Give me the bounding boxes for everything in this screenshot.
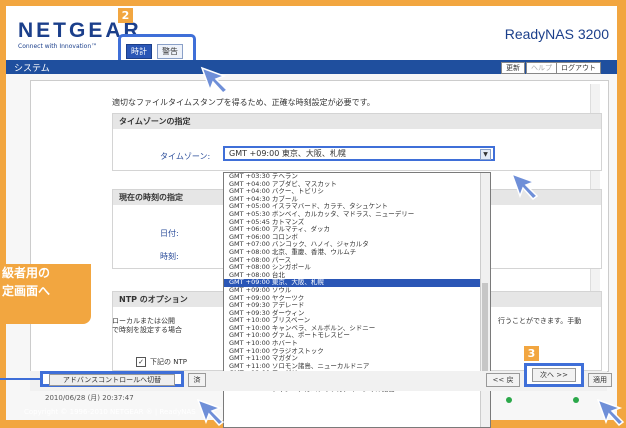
ntp-description-tail: 行うことができます。手動 xyxy=(498,317,582,325)
refresh-button[interactable]: 更新 xyxy=(501,62,525,74)
timezone-selected-value: GMT +09:00 東京、大阪、札幌 xyxy=(229,149,346,158)
status-indicator-icon-2 xyxy=(573,397,579,403)
date-label: 日付: xyxy=(160,229,179,238)
timezone-select[interactable]: GMT +09:00 東京、大阪、札幌 ▼ xyxy=(223,146,495,161)
apply-button[interactable]: 適用 xyxy=(588,373,612,387)
tab-clock[interactable]: 時計 xyxy=(126,44,152,59)
status-indicator-icon xyxy=(506,397,512,403)
callout-line-1: 級者用の xyxy=(2,266,51,280)
header: NETGEAR Connect with Innovation™ ReadyNA… xyxy=(6,6,617,60)
dropdown-scroll-thumb[interactable] xyxy=(482,283,488,373)
advanced-callout: 級者用の 定画面へ xyxy=(0,264,91,324)
system-bar: システム 更新 ヘルプ ログアウト xyxy=(6,60,617,74)
section-title: システム xyxy=(14,64,50,74)
back-button[interactable]: << 戻 xyxy=(486,373,520,387)
callout-line-2: 定画面へ xyxy=(2,284,51,298)
timezone-label: タイムゾーン: xyxy=(160,152,211,161)
pointer-arrow-icon xyxy=(596,398,625,426)
timezone-heading: タイムゾーンの指定 xyxy=(113,114,601,129)
ntp-checkbox-label: 下記の NTP xyxy=(150,358,187,366)
reset-button[interactable]: 済 xyxy=(188,373,206,387)
product-name: ReadyNAS 3200 xyxy=(504,26,609,42)
pointer-arrow-icon xyxy=(200,66,229,94)
ntp-checkbox[interactable]: ✓ xyxy=(136,357,146,367)
help-button[interactable]: ヘルプ xyxy=(526,62,557,74)
ntp-description-2: で時刻を設定する場合 xyxy=(112,326,182,334)
system-datetime: 2010/06/28 (月) 20:37:47 xyxy=(45,394,134,402)
pointer-arrow-icon xyxy=(510,172,539,200)
timezone-section: タイムゾーンの指定 xyxy=(112,113,602,171)
advanced-control-button-highlight: アドバンスコントロールへ切替 xyxy=(40,371,184,387)
copyright-footer: Copyright © 1996-2010 NETGEAR ® | ReadyN… xyxy=(24,408,196,416)
chevron-down-icon[interactable]: ▼ xyxy=(480,149,491,160)
timezone-options: GMT +03:30 テヘラン GMT +04:00 アブダビ、マスカット GMT … xyxy=(224,173,490,393)
callout-connector xyxy=(0,378,40,380)
next-button[interactable]: 次へ >> xyxy=(532,368,576,382)
step-badge-2: 2 xyxy=(118,8,133,23)
logout-button[interactable]: ログアウト xyxy=(556,62,601,74)
advanced-control-button[interactable]: アドバンスコントロールへ切替 xyxy=(49,374,175,386)
tab-alerts[interactable]: 警告 xyxy=(157,44,183,59)
next-button-highlight: 次へ >> xyxy=(524,363,584,387)
pointer-arrow-icon xyxy=(196,398,225,426)
intro-text: 適切なファイルタイムスタンプを得るため、正確な時刻設定が必要です。 xyxy=(112,98,375,107)
step-badge-3: 3 xyxy=(524,346,539,361)
time-label: 時刻: xyxy=(160,252,179,261)
